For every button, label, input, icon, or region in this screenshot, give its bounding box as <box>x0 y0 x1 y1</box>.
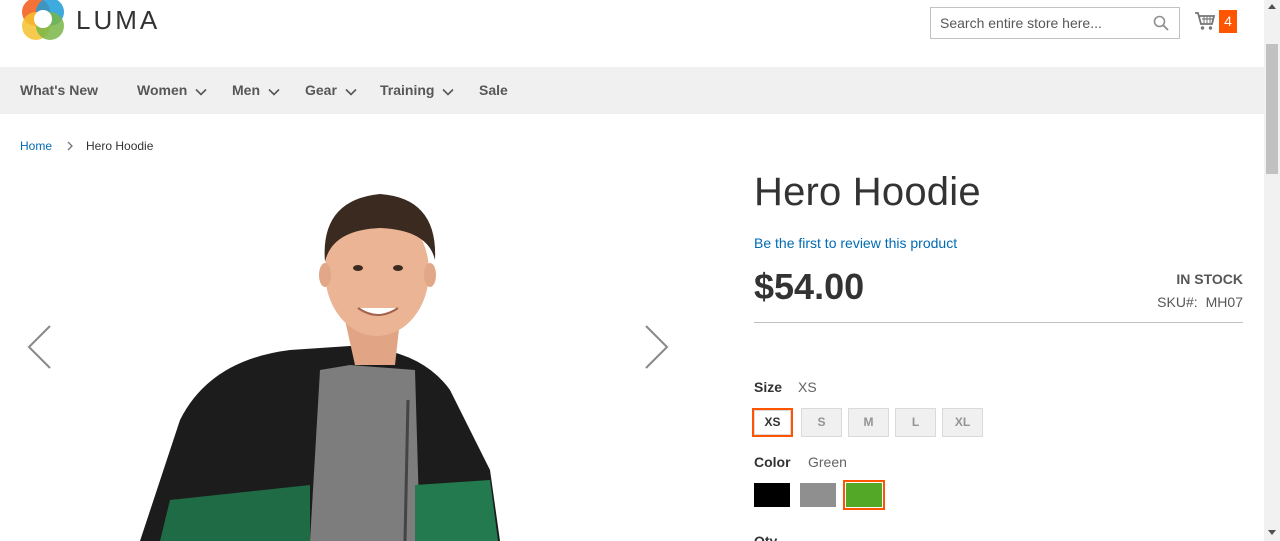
chevron-right-icon <box>67 141 73 151</box>
size-swatch-s[interactable]: S <box>801 408 842 437</box>
breadcrumb-current: Hero Hoodie <box>86 139 154 153</box>
search-input[interactable] <box>931 8 1146 38</box>
nav-item-label: Women <box>137 82 188 98</box>
color-swatch-black[interactable] <box>754 483 790 507</box>
chevron-down-icon <box>442 88 455 96</box>
product-image-gallery[interactable] <box>20 170 710 541</box>
search-box <box>930 7 1180 39</box>
size-swatch-xs[interactable]: XS <box>752 408 793 437</box>
main-navigation: What's New Women Men Gear Training Sale <box>0 67 1264 114</box>
nav-item-label: Gear <box>305 82 337 98</box>
size-option-label: Size <box>754 379 783 395</box>
nav-item-training[interactable]: Training <box>380 67 455 114</box>
chevron-down-icon <box>195 88 207 96</box>
cart-count-badge[interactable]: 4 <box>1219 10 1237 33</box>
gallery-next-arrow-icon[interactable] <box>644 324 670 370</box>
gallery-prev-arrow-icon[interactable] <box>26 324 52 370</box>
nav-item-label: What's New <box>20 82 99 98</box>
luma-logo-icon <box>22 0 64 40</box>
stock-status: In stock <box>1176 271 1243 287</box>
product-image <box>140 194 500 541</box>
color-option-label: Color <box>754 454 791 470</box>
minicart[interactable]: 4 <box>1194 9 1244 35</box>
cart-icon[interactable] <box>1194 11 1216 31</box>
size-selected-value: XS <box>798 379 817 395</box>
nav-item-sale[interactable]: Sale <box>479 67 508 114</box>
nav-item-label: Training <box>380 82 435 98</box>
size-swatch-xl[interactable]: XL <box>942 408 983 437</box>
divider <box>754 322 1243 323</box>
logo-text: LUMA <box>76 4 161 35</box>
chevron-down-icon <box>268 88 280 96</box>
search-icon[interactable] <box>1153 15 1169 31</box>
chevron-down-icon <box>345 88 357 96</box>
size-swatch-l[interactable]: L <box>895 408 936 437</box>
color-swatch-green[interactable] <box>843 480 885 510</box>
page-header: LUMA 4 <box>0 0 1264 67</box>
scroll-up-arrow-icon[interactable] <box>1268 4 1276 9</box>
scroll-down-arrow-icon[interactable] <box>1268 530 1276 535</box>
nav-item-whats-new[interactable]: What's New <box>20 67 98 114</box>
sku-value: MH07 <box>1205 294 1243 310</box>
qty-label: Qty <box>754 533 778 541</box>
color-swatch-gray[interactable] <box>800 483 836 507</box>
breadcrumb-home-link[interactable]: Home <box>20 139 52 153</box>
nav-item-women[interactable]: Women <box>137 67 207 114</box>
size-swatch-m[interactable]: M <box>848 408 889 437</box>
color-selected-value: Green <box>808 454 847 470</box>
sku-label: SKU#: <box>1157 294 1198 310</box>
write-review-link[interactable]: Be the first to review this product <box>754 235 957 251</box>
product-price: $54.00 <box>754 266 865 307</box>
product-title: Hero Hoodie <box>754 170 981 214</box>
scrollbar-thumb[interactable] <box>1266 44 1278 174</box>
nav-item-label: Men <box>232 82 260 98</box>
page-scrollbar[interactable] <box>1264 0 1280 541</box>
nav-item-men[interactable]: Men <box>232 67 280 114</box>
nav-item-gear[interactable]: Gear <box>305 67 357 114</box>
product-sku: SKU#: MH07 <box>1157 294 1243 310</box>
breadcrumb: Home Hero Hoodie <box>20 139 153 153</box>
nav-item-label: Sale <box>479 82 508 98</box>
luma-logo[interactable]: LUMA <box>20 0 160 42</box>
